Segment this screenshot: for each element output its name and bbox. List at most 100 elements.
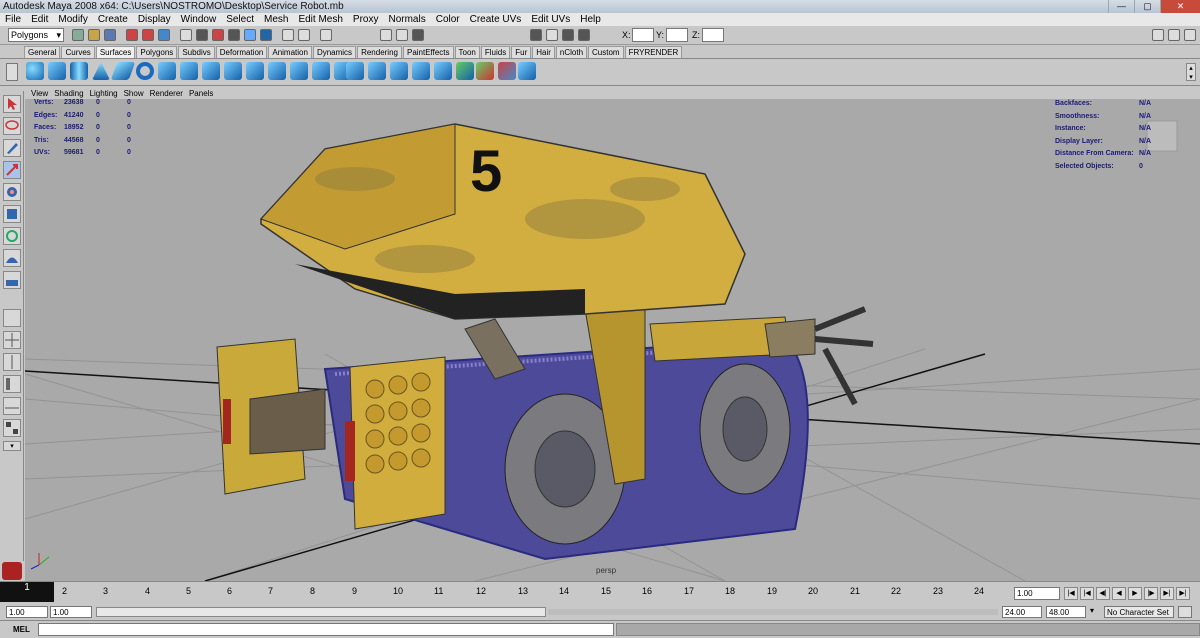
menu-help[interactable]: Help [575, 13, 606, 26]
tab-fur[interactable]: Fur [511, 46, 532, 58]
clapboard-icon[interactable] [562, 29, 574, 41]
untrim-icon[interactable] [412, 62, 430, 80]
scale-tool-icon[interactable] [3, 205, 21, 223]
manipulator-tool-icon[interactable] [3, 227, 21, 245]
animation-end-field[interactable]: 48.00 [1046, 606, 1086, 618]
menu-set-dropdown[interactable]: Polygons [8, 28, 64, 42]
select-object-icon[interactable] [142, 29, 154, 41]
tab-rendering[interactable]: Rendering [357, 46, 402, 58]
layout-four-icon[interactable] [3, 331, 21, 349]
auto-key-icon[interactable] [1178, 606, 1192, 618]
panel-menu-show[interactable]: Show [121, 89, 147, 99]
nurbs-cube-icon[interactable] [48, 62, 66, 80]
tab-fryrender[interactable]: FRYRENDER [624, 46, 683, 58]
nurbs-sphere-icon[interactable] [26, 62, 44, 80]
animation-start-field[interactable]: 1.00 [6, 606, 48, 618]
maximize-button[interactable]: ▢ [1134, 0, 1160, 13]
menu-color[interactable]: Color [431, 13, 465, 26]
nurbs-cone-icon[interactable] [92, 62, 110, 80]
tab-curves[interactable]: Curves [61, 46, 95, 58]
pick-mask-icon[interactable] [180, 29, 192, 41]
step-forward-key-icon[interactable]: ▶| [1160, 587, 1174, 600]
layout-side-icon[interactable] [3, 353, 21, 371]
nurbs-torus-icon[interactable] [136, 62, 154, 80]
step-forward-frame-icon[interactable]: |▶ [1144, 587, 1158, 600]
input-output-icon[interactable] [298, 29, 310, 41]
z-field[interactable] [702, 28, 724, 42]
tab-deformation[interactable]: Deformation [215, 46, 268, 58]
boundary-icon[interactable] [268, 62, 286, 80]
shelf-menu-icon[interactable] [6, 63, 18, 81]
menu-modify[interactable]: Modify [53, 13, 92, 26]
tab-general[interactable]: General [24, 46, 61, 58]
playback-end-field[interactable]: 24.00 [1002, 606, 1042, 618]
play-forward-icon[interactable]: ▶ [1128, 587, 1142, 600]
tab-hair[interactable]: Hair [532, 46, 555, 58]
select-hierarchy-icon[interactable] [126, 29, 138, 41]
tab-animation[interactable]: Animation [268, 46, 312, 58]
current-time-field[interactable]: 1.00 [1014, 587, 1060, 600]
snap-view-plane-icon[interactable] [244, 29, 256, 41]
shelf-scroll-icon[interactable]: ▴ ▾ [1186, 63, 1196, 81]
charset-dropdown-arrow-icon[interactable]: ▾ [1090, 606, 1094, 615]
go-to-end-icon[interactable]: ▶| [1176, 587, 1190, 600]
tab-painteffects[interactable]: PaintEffects [402, 46, 454, 58]
minimize-button[interactable]: — [1108, 0, 1134, 13]
close-button[interactable]: ✕ [1160, 0, 1200, 13]
menu-mesh[interactable]: Mesh [259, 13, 293, 26]
panel-menu-view[interactable]: View [28, 89, 51, 99]
render-settings-icon[interactable] [412, 29, 424, 41]
birail-icon[interactable] [246, 62, 264, 80]
current-frame-marker[interactable]: 1 [0, 582, 54, 602]
menu-create-uvs[interactable]: Create UVs [465, 13, 527, 26]
menu-display[interactable]: Display [133, 13, 176, 26]
soft-mod-tool-icon[interactable] [3, 249, 21, 267]
channel-box-toggle-icon[interactable] [1152, 29, 1164, 41]
trim-tool-icon[interactable] [390, 62, 408, 80]
step-back-frame-icon[interactable]: ◀| [1096, 587, 1110, 600]
attribute-editor-toggle-icon[interactable] [1168, 29, 1180, 41]
layout-graph-icon[interactable] [3, 397, 21, 415]
snap-curve-icon[interactable] [212, 29, 224, 41]
time-slider[interactable]: 1 2 3 4 5 6 7 8 9 10 11 12 13 14 15 16 1… [0, 581, 1200, 604]
menu-create[interactable]: Create [93, 13, 133, 26]
extrude-icon[interactable] [224, 62, 242, 80]
paint-select-tool-icon[interactable] [3, 139, 21, 157]
menu-window[interactable]: Window [176, 13, 222, 26]
bevel-icon[interactable] [312, 62, 330, 80]
menu-file[interactable]: File [0, 13, 26, 26]
range-slider-track[interactable] [548, 609, 998, 615]
tab-surfaces[interactable]: Surfaces [95, 46, 136, 58]
view-cube-icon[interactable] [1146, 120, 1178, 152]
menu-proxy[interactable]: Proxy [348, 13, 384, 26]
playback-start-field[interactable]: 1.00 [50, 606, 92, 618]
snap-grid-icon[interactable] [196, 29, 208, 41]
menu-edit-uvs[interactable]: Edit UVs [526, 13, 575, 26]
select-component-icon[interactable] [158, 29, 170, 41]
save-scene-icon[interactable] [104, 29, 116, 41]
lasso-tool-icon[interactable] [3, 117, 21, 135]
layout-outliner-icon[interactable] [3, 375, 21, 393]
menu-select[interactable]: Select [221, 13, 259, 26]
planar-icon[interactable] [202, 62, 220, 80]
tab-dynamics[interactable]: Dynamics [312, 46, 357, 58]
render-globals-icon[interactable] [578, 29, 590, 41]
panel-menu-panels[interactable]: Panels [186, 89, 216, 99]
panel-menu-lighting[interactable]: Lighting [87, 89, 121, 99]
layout-more-icon[interactable]: ▾ [3, 441, 21, 451]
tool-settings-toggle-icon[interactable] [1184, 29, 1196, 41]
insert-isoparms-icon[interactable] [498, 62, 516, 80]
attach-surfaces-icon[interactable] [434, 62, 452, 80]
tab-toon[interactable]: Toon [454, 46, 480, 58]
square-surface-icon[interactable] [290, 62, 308, 80]
menu-edit[interactable]: Edit [26, 13, 53, 26]
step-back-key-icon[interactable]: |◀ [1080, 587, 1094, 600]
render-frame-icon[interactable] [380, 29, 392, 41]
x-field[interactable] [632, 28, 654, 42]
snap-point-icon[interactable] [228, 29, 240, 41]
panel-menu-renderer[interactable]: Renderer [147, 89, 186, 99]
last-tool-icon[interactable] [3, 271, 21, 289]
loft-icon[interactable] [180, 62, 198, 80]
revolve-icon[interactable] [158, 62, 176, 80]
project-curve-icon[interactable] [346, 62, 364, 80]
